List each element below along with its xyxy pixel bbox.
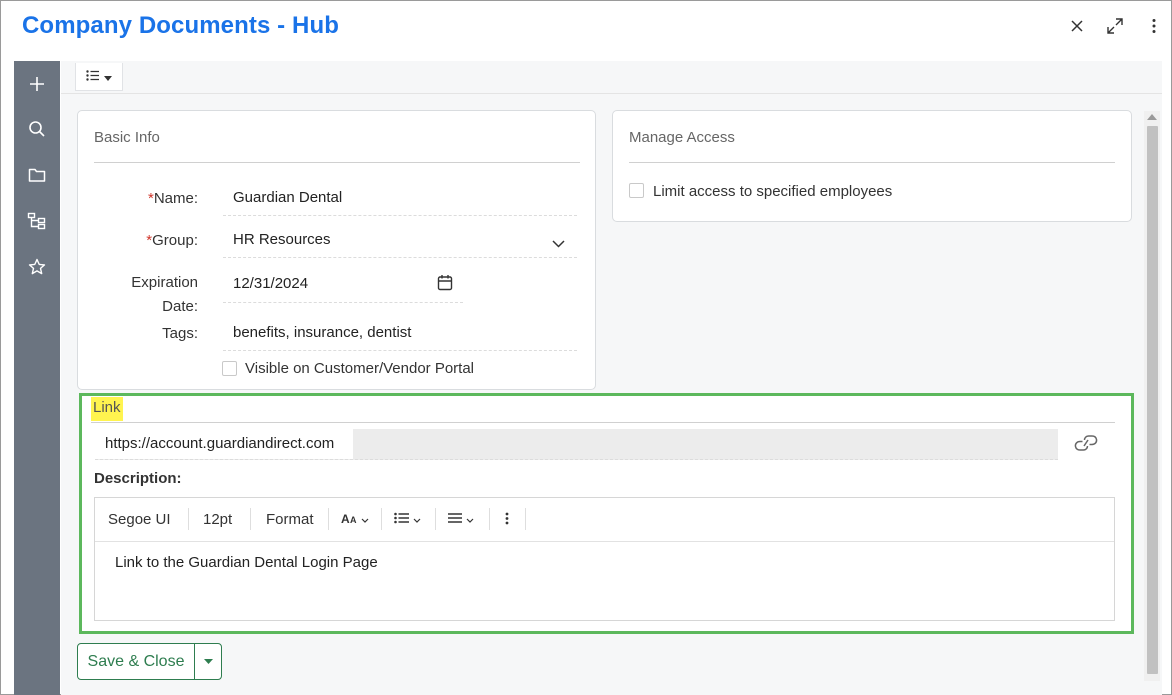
plus-icon[interactable] bbox=[25, 72, 49, 96]
expiration-label-line2: Date: bbox=[162, 298, 198, 315]
expiration-label-line1: Expiration bbox=[131, 274, 198, 291]
description-editor[interactable]: Segoe UI 12pt Format AA Link to the Guar… bbox=[94, 497, 1115, 621]
view-menu-button[interactable] bbox=[75, 63, 123, 91]
svg-text:A: A bbox=[341, 512, 350, 526]
app-window: Company Documents - Hub Basic Info *Name… bbox=[0, 0, 1172, 695]
tags-input[interactable]: benefits, insurance, dentist bbox=[233, 324, 411, 341]
expiration-date-input[interactable]: 12/31/2024 bbox=[233, 275, 308, 292]
expand-icon[interactable] bbox=[1104, 15, 1126, 37]
hierarchy-icon[interactable] bbox=[25, 209, 49, 233]
divider bbox=[91, 422, 1115, 423]
left-sidebar bbox=[14, 61, 60, 695]
list-icon[interactable] bbox=[394, 512, 424, 531]
portal-visible-label: Visible on Customer/Vendor Portal bbox=[245, 360, 475, 377]
scroll-thumb[interactable] bbox=[1147, 126, 1158, 674]
editor-toolbar: Segoe UI 12pt Format AA bbox=[95, 498, 1114, 542]
description-label: Description: bbox=[94, 470, 182, 487]
vertical-scrollbar[interactable] bbox=[1144, 111, 1160, 681]
group-underline bbox=[223, 257, 577, 258]
description-text[interactable]: Link to the Guardian Dental Login Page bbox=[115, 554, 378, 571]
scroll-up-icon[interactable] bbox=[1147, 114, 1157, 120]
manage-access-panel: Manage Access bbox=[612, 110, 1132, 222]
more-vertical-icon[interactable] bbox=[505, 512, 509, 530]
divider bbox=[629, 162, 1115, 163]
list-view-icon bbox=[86, 68, 100, 86]
basic-info-panel: Basic Info bbox=[77, 110, 596, 390]
link-icon[interactable] bbox=[1073, 433, 1099, 458]
tags-label: Tags: bbox=[162, 325, 198, 342]
name-underline bbox=[223, 215, 577, 216]
content-toolbar bbox=[61, 61, 1162, 94]
calendar-icon[interactable] bbox=[437, 274, 453, 296]
limit-access-label: Limit access to specified employees bbox=[653, 183, 893, 200]
name-label: *Name: bbox=[147, 190, 198, 207]
link-url-input[interactable]: https://account.guardiandirect.com bbox=[95, 429, 1058, 460]
expiration-underline bbox=[223, 302, 463, 303]
caret-down-icon bbox=[104, 68, 112, 86]
limit-access-checkbox[interactable] bbox=[629, 183, 644, 198]
star-icon[interactable] bbox=[25, 255, 49, 279]
format-select[interactable]: Format bbox=[266, 511, 314, 528]
group-label: *Group: bbox=[146, 232, 198, 249]
font-family-select[interactable]: Segoe UI bbox=[108, 511, 171, 528]
chevron-down-icon[interactable] bbox=[552, 235, 565, 253]
folder-icon[interactable] bbox=[25, 163, 49, 187]
panel-title: Manage Access bbox=[629, 129, 735, 146]
group-select[interactable]: HR Resources bbox=[233, 231, 331, 248]
save-close-button[interactable]: Save & Close bbox=[77, 643, 195, 680]
close-icon[interactable] bbox=[1066, 15, 1088, 37]
tags-underline bbox=[223, 350, 577, 351]
window-title: Company Documents - Hub bbox=[22, 12, 339, 39]
divider bbox=[94, 162, 580, 163]
svg-text:A: A bbox=[350, 515, 357, 525]
font-size-adjust-icon[interactable]: AA bbox=[341, 512, 371, 531]
portal-visible-checkbox[interactable] bbox=[222, 361, 237, 376]
panel-title: Basic Info bbox=[94, 129, 160, 146]
link-url-value: https://account.guardiandirect.com bbox=[105, 435, 335, 452]
search-icon[interactable] bbox=[25, 117, 49, 141]
save-options-caret-icon[interactable] bbox=[194, 643, 222, 680]
align-icon[interactable] bbox=[448, 512, 478, 531]
more-vertical-icon[interactable] bbox=[1143, 15, 1165, 37]
name-input[interactable]: Guardian Dental bbox=[233, 189, 342, 206]
link-section-title: Link bbox=[91, 397, 123, 421]
font-size-select[interactable]: 12pt bbox=[203, 511, 232, 528]
